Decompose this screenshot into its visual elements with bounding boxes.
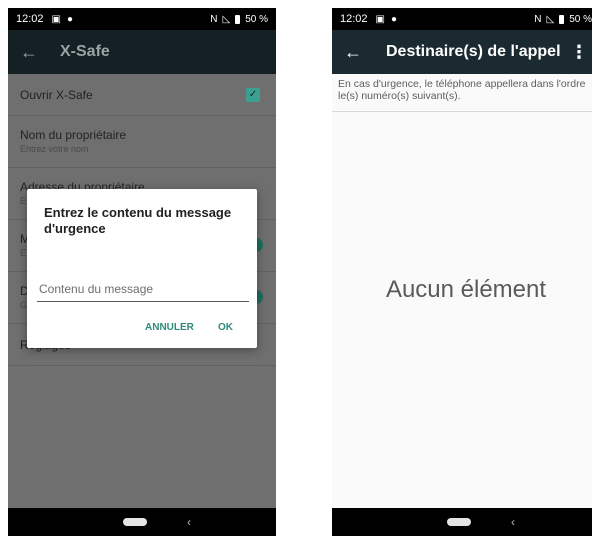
checkbox-checked-icon[interactable]: ✓ [246, 88, 260, 102]
empty-state-text: Aucun élément [385, 276, 547, 303]
back-arrow-icon[interactable]: ← [20, 42, 50, 63]
overflow-menu-icon[interactable]: ⋮ [570, 42, 588, 63]
emergency-message-dialog: Entrez le contenu du message d'urgence C… [27, 189, 257, 348]
nav-back-icon[interactable]: ‹ [511, 515, 515, 529]
app-title: X-Safe [60, 43, 110, 60]
right-phone-screen: 12:02 ▣ ● N ◺ 50 % ← Destinaire(s) de l'… [332, 8, 592, 536]
cancel-button[interactable]: ANNULER [145, 322, 194, 333]
no-signal-icon: ◺ [222, 13, 231, 25]
app-bar: ← X-Safe [8, 30, 276, 74]
nfc-icon: N [210, 13, 218, 25]
status-bar: 12:02 ▣ ● N ◺ 50 % [332, 8, 592, 30]
page-title: Destinaire(s) de l'appel d'... [386, 43, 562, 60]
nav-back-icon[interactable]: ‹ [187, 515, 191, 529]
nav-bar: ‹ [332, 508, 592, 536]
gallery-notification-icon: ▣ [51, 13, 61, 25]
battery-percent: 50 % [569, 13, 592, 25]
info-text: En cas d'urgence, le téléphone appellera… [332, 74, 592, 112]
setting-subtitle: Entrez votre nom [20, 144, 89, 154]
message-content-input[interactable]: Contenu du message [37, 282, 249, 302]
ok-button[interactable]: OK [218, 322, 233, 333]
home-pill-button[interactable] [447, 518, 471, 526]
setting-title: Ouvrir X-Safe [20, 87, 93, 102]
left-phone-screen: 12:02 ▣ ● N ◺ 50 % ← X-Safe Ouvrir X-Saf… [8, 8, 276, 536]
shield-notification-icon: ● [390, 13, 398, 25]
app-bar: ← Destinaire(s) de l'appel d'... ⋮ [332, 30, 592, 74]
setting-owner-name[interactable]: Nom du propriétaire Entrez votre nom [8, 116, 276, 168]
battery-percent: 50 % [245, 13, 268, 25]
setting-title: Nom du propriétaire [20, 128, 127, 142]
battery-icon [559, 14, 565, 24]
status-time: 12:02 [340, 13, 368, 25]
nav-bar: ‹ [8, 508, 276, 536]
shield-notification-icon: ● [66, 13, 74, 25]
setting-open-xsafe[interactable]: Ouvrir X-Safe ✓ [8, 74, 276, 116]
battery-icon [235, 14, 241, 24]
dialog-title: Entrez le contenu du message d'urgence [44, 205, 232, 236]
gallery-notification-icon: ▣ [375, 13, 385, 25]
no-signal-icon: ◺ [546, 13, 555, 25]
home-pill-button[interactable] [123, 518, 147, 526]
status-time: 12:02 [16, 13, 44, 25]
status-bar: 12:02 ▣ ● N ◺ 50 % [8, 8, 276, 30]
nfc-icon: N [534, 13, 542, 25]
back-arrow-icon[interactable]: ← [344, 42, 374, 63]
